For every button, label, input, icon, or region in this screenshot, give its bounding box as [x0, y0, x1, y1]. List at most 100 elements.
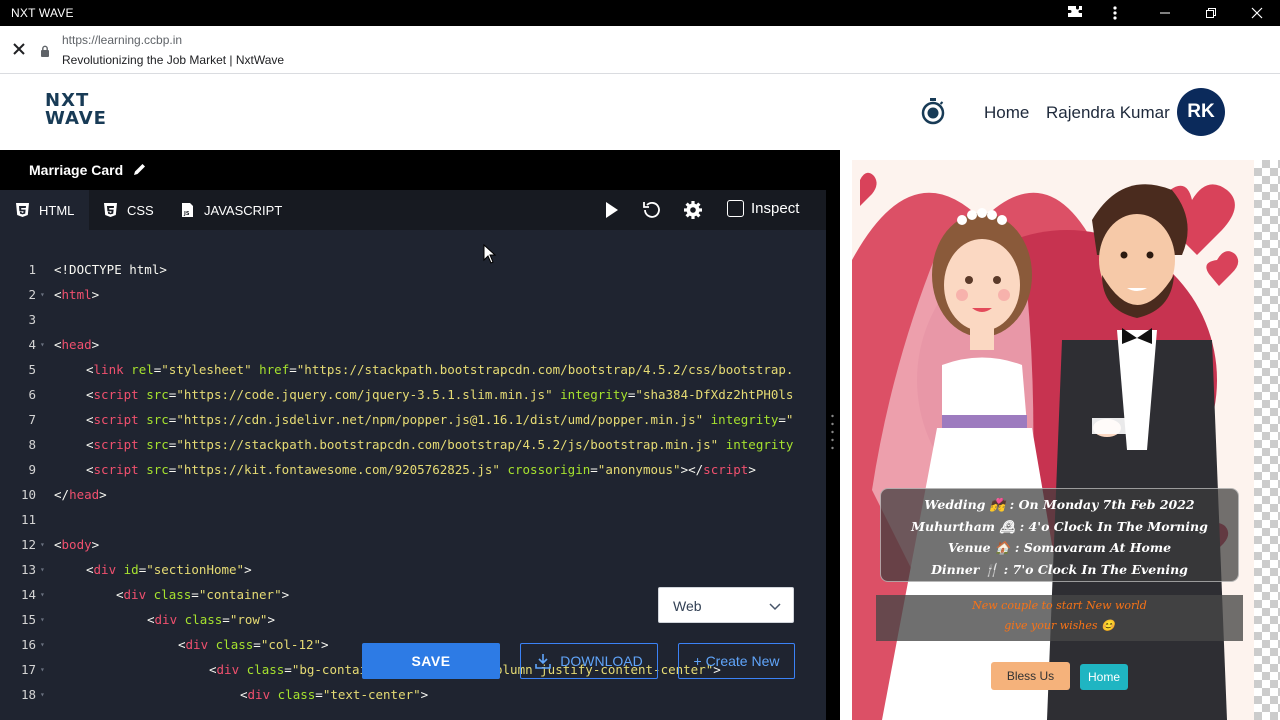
inspect-checkbox[interactable] — [727, 200, 744, 217]
code-line[interactable]: 3 — [0, 312, 826, 337]
gear-icon[interactable] — [683, 200, 703, 220]
fold-arrow-icon[interactable]: ▾ — [40, 540, 45, 549]
line-number: 10 — [20, 487, 36, 502]
line-number: 9 — [28, 462, 36, 477]
close-icon[interactable] — [1246, 3, 1268, 23]
preview-home-button[interactable]: Home — [1080, 664, 1128, 690]
close-tab-icon[interactable] — [12, 42, 26, 56]
code-line[interactable]: 2 ▾ <html> — [0, 287, 826, 312]
line-number: 15 — [20, 612, 36, 627]
more-vert-icon[interactable] — [1104, 3, 1126, 23]
line-number: 17 — [20, 662, 36, 677]
line-number: 3 — [28, 312, 36, 327]
code-line[interactable]: 18 ▾ <div class="text-center"> — [0, 687, 826, 712]
download-button[interactable]: DOWNLOAD — [520, 643, 658, 679]
code-text: <script src="https://stackpath.bootstrap… — [86, 437, 794, 452]
panel-splitter[interactable] — [826, 150, 840, 720]
fold-arrow-icon[interactable]: ▾ — [40, 615, 45, 624]
line-number: 13 — [20, 562, 36, 577]
fold-arrow-icon[interactable]: ▾ — [40, 590, 45, 599]
fold-arrow-icon[interactable]: ▾ — [40, 690, 45, 699]
bless-us-button[interactable]: Bless Us — [991, 662, 1070, 690]
tab-javascript[interactable]: JS JAVASCRIPT — [181, 190, 282, 230]
avatar[interactable]: RK — [1177, 88, 1225, 136]
extension-icon[interactable] — [1064, 3, 1086, 23]
tab-css-label: CSS — [127, 202, 154, 218]
wishes-box: New couple to start New world give your … — [876, 595, 1243, 641]
inspect-toggle[interactable]: Inspect — [727, 200, 799, 217]
fold-arrow-icon[interactable]: ▾ — [40, 565, 45, 574]
fold-arrow-icon[interactable]: ▾ — [40, 290, 45, 299]
code-text: <!DOCTYPE html> — [54, 262, 167, 277]
code-line[interactable]: 10 </head> — [0, 487, 826, 512]
fold-arrow-icon[interactable]: ▾ — [40, 665, 45, 674]
lock-icon — [40, 44, 50, 57]
pencil-icon[interactable] — [133, 163, 146, 176]
project-title: Marriage Card — [29, 162, 124, 178]
chevron-down-icon — [769, 603, 781, 611]
mouse-cursor-icon — [483, 244, 497, 264]
code-text: <link rel="stylesheet" href="https://sta… — [86, 362, 794, 377]
site-header: NXT WAVE Home Rajendra Kumar RK — [0, 75, 1280, 150]
browser-url-bar: https://learning.ccbp.in Revolutionizing… — [0, 26, 1280, 74]
drag-handle-icon — [831, 414, 834, 450]
code-line[interactable]: 9 <script src="https://kit.fontawesome.co… — [0, 462, 826, 487]
stopwatch-icon[interactable] — [920, 97, 946, 125]
nav-home-link[interactable]: Home — [984, 103, 1029, 123]
code-line[interactable]: 8 <script src="https://stackpath.bootstra… — [0, 437, 826, 462]
code-line[interactable]: 7 <script src="https://cdn.jsdelivr.net/n… — [0, 412, 826, 437]
code-text: <div class="col-12"> — [178, 637, 329, 652]
tab-html[interactable]: HTML — [0, 190, 89, 230]
code-text: </head> — [54, 487, 107, 502]
wish-line-1: New couple to start New world — [972, 599, 1147, 612]
output-preview: Wedding 💏 : On Monday 7th Feb 2022 Muhur… — [840, 150, 1280, 720]
code-line[interactable]: 13 ▾ <div id="sectionHome"> — [0, 562, 826, 587]
line-number: 7 — [28, 412, 36, 427]
line-number: 2 — [28, 287, 36, 302]
code-line[interactable]: 4 ▾ <head> — [0, 337, 826, 362]
page-title: Revolutionizing the Job Market | NxtWave — [62, 53, 285, 67]
save-button[interactable]: SAVE — [362, 643, 500, 679]
tab-css[interactable]: CSS — [104, 190, 154, 230]
restore-icon[interactable] — [1200, 3, 1222, 23]
line-number: 16 — [20, 637, 36, 652]
create-new-button[interactable]: + Create New — [678, 643, 795, 679]
wish-line-2: give your wishes 😊 — [1004, 619, 1115, 632]
line-number: 14 — [20, 587, 36, 602]
code-line[interactable]: 6 <script src="https://code.jquery.com/jq… — [0, 387, 826, 412]
inspect-label: Inspect — [751, 200, 800, 217]
fold-arrow-icon[interactable]: ▾ — [40, 340, 45, 349]
fold-arrow-icon[interactable]: ▾ — [40, 640, 45, 649]
line-number: 6 — [28, 387, 36, 402]
line-number: 8 — [28, 437, 36, 452]
code-text: <html> — [54, 287, 100, 302]
tab-html-label: HTML — [39, 202, 75, 218]
info-line-wedding: Wedding 💏 : On Monday 7th Feb 2022 — [924, 497, 1195, 512]
code-text: <div class="row"> — [147, 612, 275, 627]
nxtwave-logo[interactable]: NXT WAVE — [45, 92, 111, 132]
editor-tabs: HTML CSS JS JAVASCRIPT Inspect — [0, 190, 826, 230]
code-text: <div class="container"> — [116, 587, 290, 602]
code-text: <body> — [54, 537, 100, 552]
html5-icon — [16, 203, 29, 217]
code-line[interactable]: 12 ▾ <body> — [0, 537, 826, 562]
line-number: 18 — [20, 687, 36, 702]
marriage-card: Wedding 💏 : On Monday 7th Feb 2022 Muhur… — [852, 160, 1254, 720]
line-number: 1 — [28, 262, 36, 277]
code-editor-panel: Marriage Card HTML CSS JS JAVASCRIPT Ins — [0, 150, 826, 720]
code-line[interactable]: 1 <!DOCTYPE html> — [0, 262, 826, 287]
minimize-icon[interactable] — [1154, 3, 1176, 23]
code-line[interactable]: 11 — [0, 512, 826, 537]
url-text[interactable]: https://learning.ccbp.in — [62, 33, 182, 47]
reset-icon[interactable] — [641, 200, 661, 220]
code-text: <script src="https://kit.fontawesome.com… — [86, 462, 756, 477]
code-line[interactable]: 5 <link rel="stylesheet" href="https://st… — [0, 362, 826, 387]
line-number: 11 — [20, 512, 36, 527]
code-text: <div class="text-center"> — [240, 687, 429, 702]
run-icon[interactable] — [602, 200, 622, 220]
code-text: <div id="sectionHome"> — [86, 562, 252, 577]
user-name[interactable]: Rajendra Kumar — [1046, 103, 1170, 123]
svg-text:JS: JS — [183, 211, 190, 217]
view-mode-select[interactable]: Web — [658, 587, 794, 623]
info-line-dinner: Dinner 🍴 : 7'o Clock In The Evening — [931, 561, 1188, 577]
